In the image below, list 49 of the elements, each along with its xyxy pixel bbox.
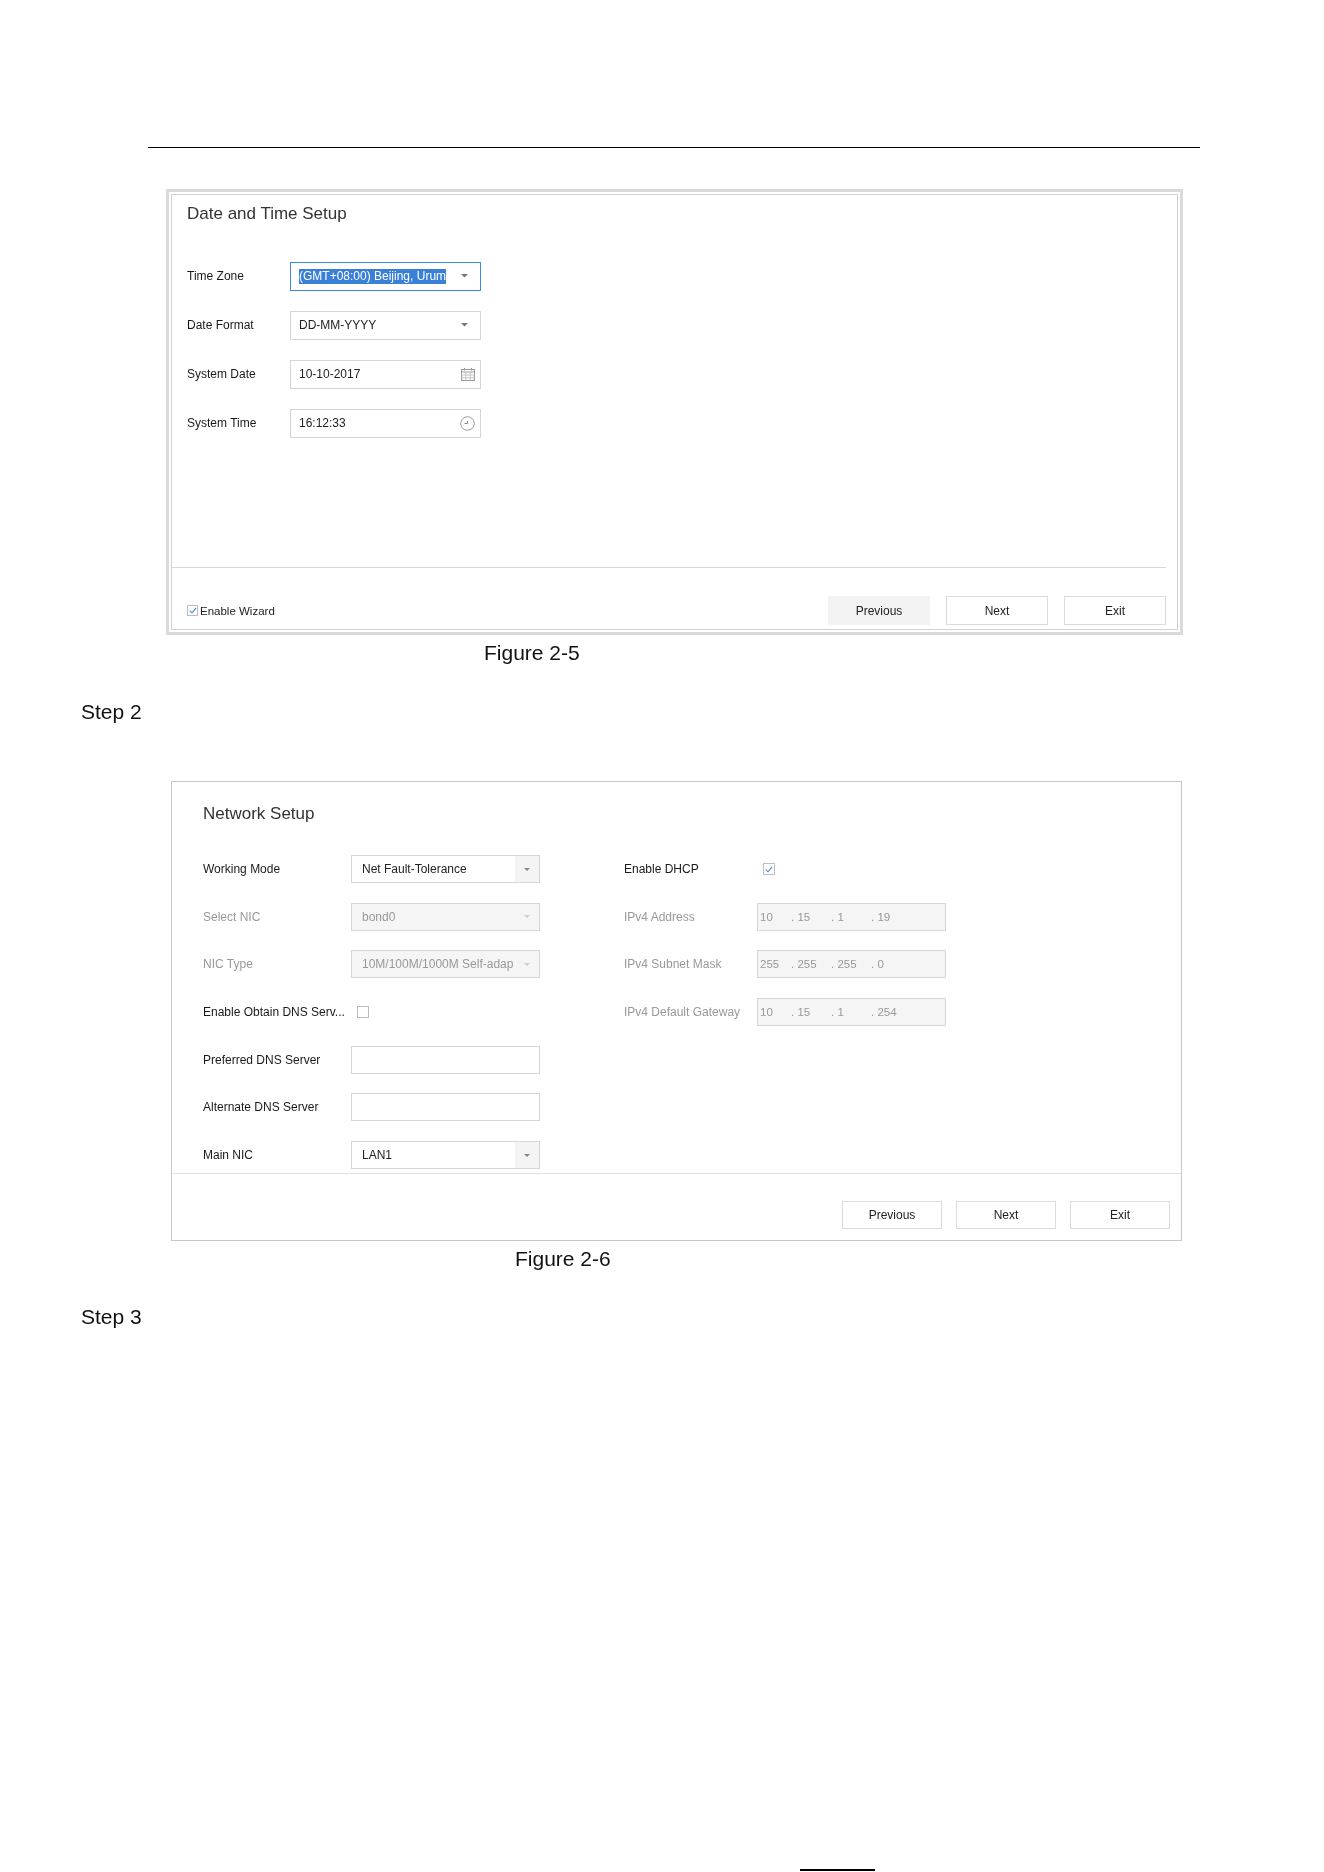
field-label: IPv4 Default Gateway [624, 1005, 742, 1020]
next-button[interactable]: Next [956, 1200, 1056, 1229]
next-button[interactable]: Next [946, 596, 1048, 625]
field-label: Alternate DNS Server [203, 1100, 320, 1115]
field-label: Enable Obtain DNS Serv... [203, 1005, 346, 1020]
check-icon [765, 865, 773, 873]
dropdown-field[interactable]: Net Fault-Tolerance [351, 855, 540, 883]
field-label: System Date [187, 367, 257, 381]
clock-icon [460, 415, 475, 431]
dropdown-field[interactable]: DD-MM-YYYY [290, 310, 481, 340]
field-label: IPv4 Address [624, 909, 696, 924]
exit-button[interactable]: Exit [1070, 1200, 1170, 1229]
caret-icon [524, 915, 530, 919]
previous-button[interactable]: Previous [828, 596, 930, 625]
date-input-field[interactable]: 10-10-2017 [290, 359, 481, 389]
dropdown-field[interactable]: (GMT+08:00) Beijing, Urum [290, 261, 481, 291]
check-icon [188, 607, 197, 614]
checkbox-label: Enable Wizard [200, 604, 275, 617]
field-label: Working Mode [203, 862, 282, 876]
caret-icon [515, 856, 539, 882]
caret-icon [461, 323, 468, 327]
dialog-title: Date and Time Setup [187, 204, 347, 224]
field-label: System Time [187, 416, 258, 430]
field-label: Preferred DNS Server [203, 1052, 322, 1067]
field-label: NIC Type [203, 957, 254, 972]
input-field[interactable] [351, 1093, 540, 1122]
caret-icon [461, 274, 468, 278]
time-input-field[interactable]: 16:12:33 [290, 408, 481, 438]
field-label: Time Zone [187, 269, 245, 283]
checkbox[interactable] [187, 605, 198, 616]
field-label: Enable DHCP [624, 862, 700, 876]
caret-icon [524, 962, 530, 966]
checkbox[interactable] [763, 863, 775, 875]
figure-caption: Figure 2-5 [484, 640, 580, 666]
previous-button[interactable]: Previous [842, 1200, 942, 1229]
field-label: Date Format [187, 318, 255, 332]
dialog-title: Network Setup [203, 804, 315, 824]
caret-icon [515, 1142, 539, 1169]
exit-button[interactable]: Exit [1064, 596, 1166, 625]
step-heading: Step 2 [81, 699, 142, 725]
field-label: Select NIC [203, 909, 262, 924]
input-field[interactable] [351, 1045, 540, 1074]
dropdown-field[interactable]: LAN1 [351, 1141, 540, 1170]
step-heading: Step 3 [81, 1304, 142, 1330]
figure-caption: Figure 2-6 [515, 1246, 611, 1272]
calendar-icon [461, 367, 475, 381]
field-label: Main NIC [203, 1148, 254, 1163]
checkbox[interactable] [357, 1006, 369, 1019]
field-label: IPv4 Subnet Mask [624, 957, 723, 972]
